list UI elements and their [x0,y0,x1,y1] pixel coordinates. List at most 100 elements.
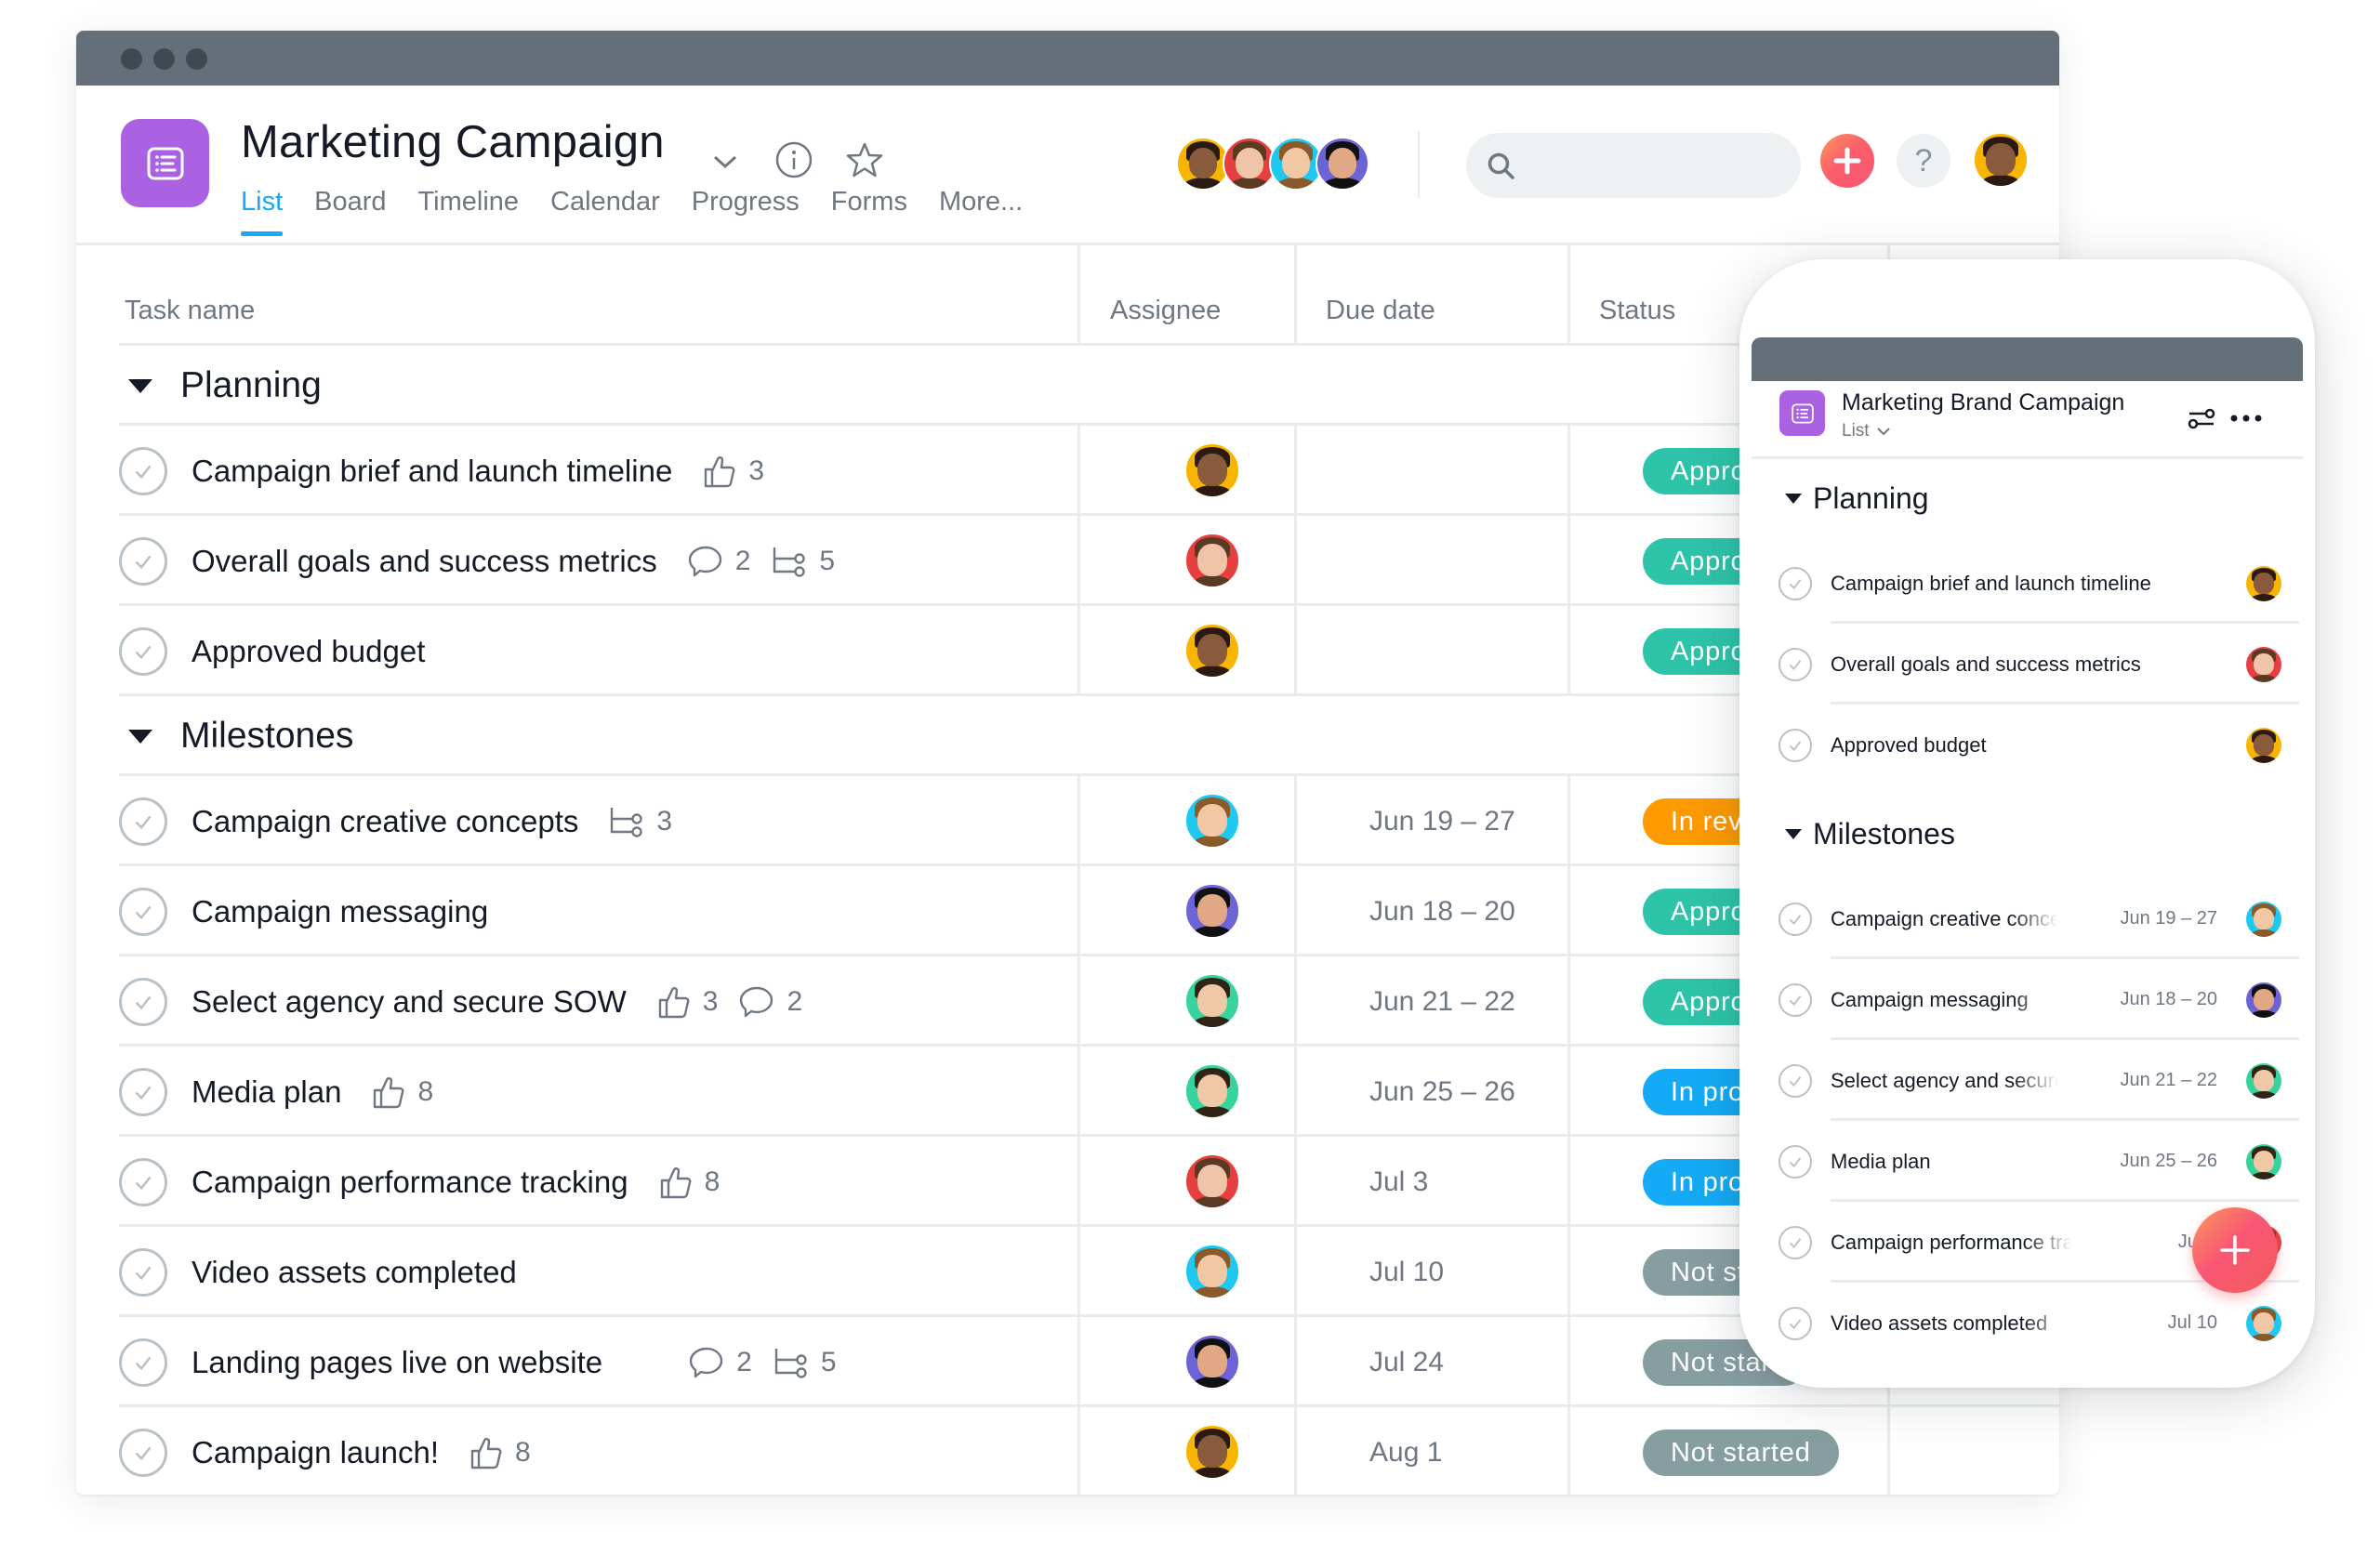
complete-task-checkbox[interactable] [119,1248,167,1297]
assignee-avatar[interactable] [1184,623,1240,679]
complete-task-checkbox[interactable] [119,978,167,1026]
assignee-avatar[interactable] [1184,793,1240,849]
assignee-avatar[interactable] [1184,1063,1240,1119]
task-name[interactable]: Video assets completed [192,1227,517,1317]
tab-forms[interactable]: Forms [831,187,907,236]
assignee-avatar[interactable] [2246,982,2281,1018]
mobile-filter-button[interactable] [2186,404,2217,432]
search-input[interactable] [1466,133,1801,198]
tab-list[interactable]: List [241,187,284,236]
assignee-avatar[interactable] [1184,973,1240,1029]
column-header-assignee[interactable]: Assignee [1110,275,1221,346]
mobile-task-row[interactable]: Video assets completed Jul 10 [1778,1283,2299,1364]
task-name[interactable]: Select agency and secure SOW 3 2 [192,956,802,1047]
table-row[interactable]: Campaign launch! 8 Aug 1 Not started [119,1407,2059,1495]
assignee-avatar[interactable] [2246,1063,2281,1099]
tab-timeline[interactable]: Timeline [418,187,520,236]
subtask-count[interactable]: 5 [771,545,835,578]
mobile-add-task-button[interactable] [2192,1207,2278,1293]
complete-task-checkbox[interactable] [119,797,167,846]
mobile-task-row[interactable]: Overall goals and success metrics [1778,624,2299,705]
project-menu-button[interactable] [708,145,742,178]
like-count[interactable]: 3 [656,984,718,1020]
task-name[interactable]: Campaign messaging [192,866,488,956]
like-count[interactable]: 3 [702,454,764,489]
due-date[interactable]: Jul 24 [1369,1317,1444,1407]
assignee-avatar[interactable] [1184,533,1240,588]
assignee-avatar[interactable] [1184,1153,1240,1209]
section-header-milestones[interactable]: Milestones [119,696,353,776]
collapse-triangle-icon[interactable] [128,378,152,393]
mobile-more-button[interactable] [2228,406,2265,430]
assignee-avatar[interactable] [2246,728,2281,763]
task-name[interactable]: Media plan 8 [192,1047,433,1137]
tab-more[interactable]: More... [939,187,1023,236]
tab-board[interactable]: Board [314,187,386,236]
column-header-due-date[interactable]: Due date [1326,275,1435,346]
favorite-button[interactable] [844,139,885,180]
due-date[interactable]: Aug 1 [1369,1407,1442,1495]
tab-calendar[interactable]: Calendar [550,187,660,236]
complete-task-checkbox[interactable] [1778,1145,1812,1179]
column-header-status[interactable]: Status [1599,275,1675,346]
complete-task-checkbox[interactable] [119,1158,167,1206]
due-date[interactable]: Jul 10 [1369,1227,1444,1317]
status-badge[interactable]: Not started [1643,1430,1839,1476]
task-name[interactable]: Overall goals and success metrics 2 5 [192,516,835,606]
task-name[interactable]: Campaign brief and launch timeline 3 [192,426,764,516]
project-info-button[interactable] [774,139,814,180]
task-name[interactable]: Campaign launch! 8 [192,1407,531,1495]
complete-task-checkbox[interactable] [1778,903,1812,936]
assignee-avatar[interactable] [2246,566,2281,601]
comment-count[interactable]: 2 [688,1345,752,1380]
collapse-triangle-icon[interactable] [1785,829,1802,839]
complete-task-checkbox[interactable] [119,1068,167,1116]
subtask-count[interactable]: 3 [608,805,672,838]
task-name[interactable]: Campaign creative concepts 3 [192,776,672,866]
project-members[interactable] [1176,137,1369,191]
due-date[interactable]: Jun 19 – 27 [1369,776,1515,866]
task-name[interactable]: Landing pages live on website 2 5 [192,1317,837,1407]
window-maximize-dot[interactable] [186,48,207,70]
mobile-task-row[interactable]: Campaign creative concepts Jun 19 – 27 [1778,878,2299,959]
complete-task-checkbox[interactable] [1778,983,1812,1017]
complete-task-checkbox[interactable] [119,1338,167,1387]
window-minimize-dot[interactable] [153,48,175,70]
window-close-dot[interactable] [121,48,142,70]
mobile-section-header-milestones[interactable]: Milestones [1785,817,1955,851]
due-date[interactable]: Jun 21 – 22 [1369,956,1515,1047]
assignee-avatar[interactable] [1184,883,1240,939]
mobile-view-switcher[interactable]: List [1842,421,1890,441]
mobile-task-row[interactable]: Approved budget [1778,705,2299,785]
user-avatar[interactable] [1973,132,2029,188]
complete-task-checkbox[interactable] [119,537,167,586]
mobile-task-row[interactable]: Campaign brief and launch timeline [1778,543,2299,624]
assignee-avatar[interactable] [2246,1306,2281,1341]
assignee-avatar[interactable] [1184,1424,1240,1480]
collapse-triangle-icon[interactable] [128,729,152,744]
complete-task-checkbox[interactable] [119,447,167,495]
help-button[interactable]: ? [1897,134,1950,188]
mobile-task-row[interactable]: Select agency and secure SOW Jun 21 – 22 [1778,1040,2299,1121]
assignee-avatar[interactable] [2246,1144,2281,1179]
mobile-task-row[interactable]: Media plan Jun 25 – 26 [1778,1121,2299,1202]
assignee-avatar[interactable] [2246,647,2281,682]
due-date[interactable]: Jul 3 [1369,1137,1428,1227]
task-name[interactable]: Campaign performance tracking 8 [192,1137,720,1227]
comment-count[interactable]: 2 [687,544,750,579]
complete-task-checkbox[interactable] [1778,567,1812,600]
mobile-section-header-planning[interactable]: Planning [1785,481,1929,516]
comment-count[interactable]: 2 [738,984,802,1020]
collapse-triangle-icon[interactable] [1785,494,1802,504]
complete-task-checkbox[interactable] [1778,1064,1812,1098]
complete-task-checkbox[interactable] [1778,648,1812,681]
section-header-planning[interactable]: Planning [119,346,322,426]
due-date[interactable]: Jun 18 – 20 [1369,866,1515,956]
assignee-avatar[interactable] [1184,442,1240,498]
assignee-avatar[interactable] [1184,1334,1240,1390]
complete-task-checkbox[interactable] [1778,1226,1812,1259]
complete-task-checkbox[interactable] [1778,729,1812,762]
like-count[interactable]: 8 [469,1435,531,1470]
like-count[interactable]: 8 [658,1165,720,1200]
complete-task-checkbox[interactable] [119,888,167,936]
